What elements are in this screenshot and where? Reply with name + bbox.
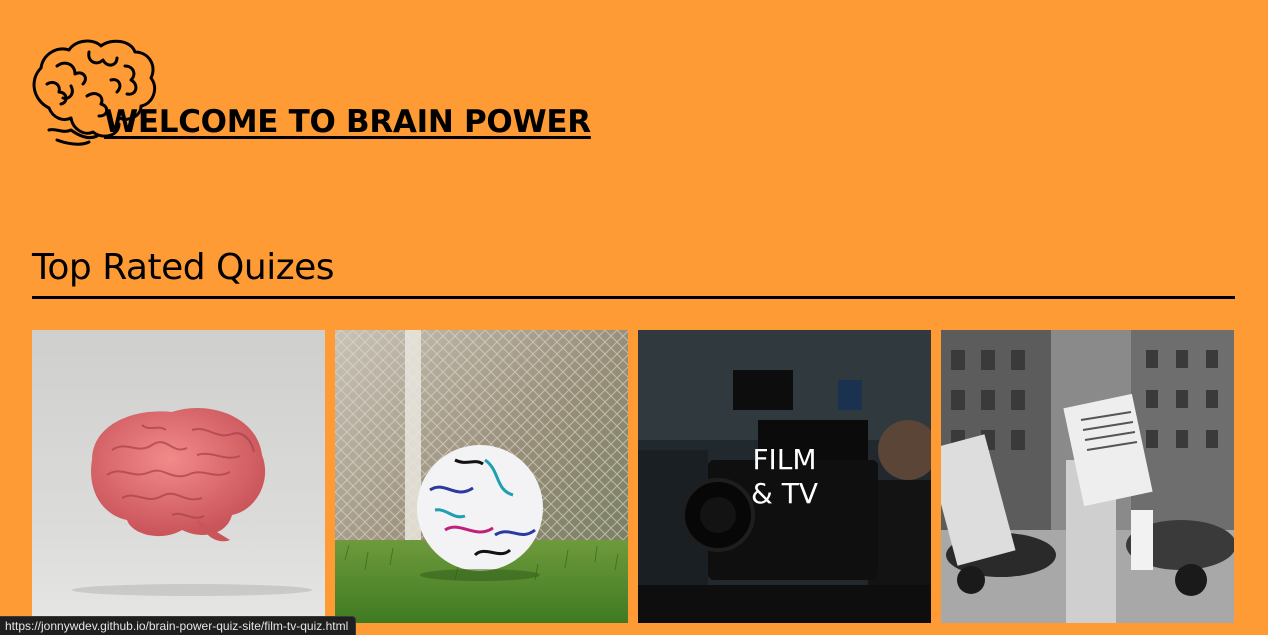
- page: WELCOME TO BRAIN POWER Top Rated Quizes: [0, 0, 1268, 635]
- link-status-bar: https://jonnywdev.github.io/brain-power-…: [0, 616, 357, 635]
- section-title: Top Rated Quizes: [32, 247, 335, 288]
- site-title[interactable]: WELCOME TO BRAIN POWER: [104, 104, 591, 140]
- quiz-card-film-tv[interactable]: FILM & TV: [638, 330, 931, 623]
- soccer-ball-photo: [335, 330, 628, 623]
- newspaper-reader-photo: [941, 330, 1234, 623]
- quiz-card-soccer[interactable]: [335, 330, 628, 623]
- brain-photo: [32, 330, 325, 623]
- quiz-card-history[interactable]: [941, 330, 1234, 623]
- quiz-card-label: FILM & TV: [751, 443, 818, 510]
- section-divider: [32, 296, 1235, 299]
- quiz-card-brain[interactable]: [32, 330, 325, 623]
